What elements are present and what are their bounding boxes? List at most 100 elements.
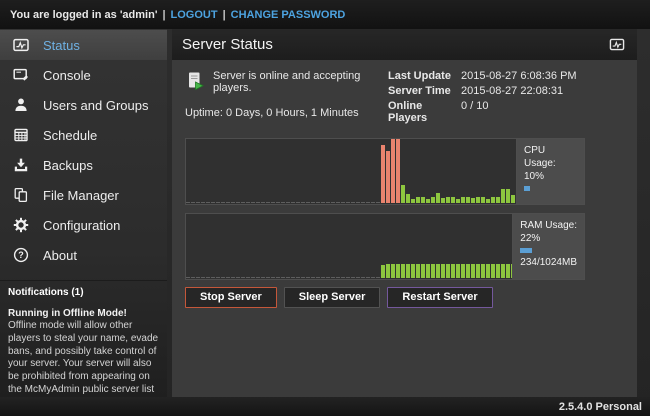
chart-bar bbox=[391, 139, 395, 203]
sidebar-item-file-manager[interactable]: File Manager bbox=[0, 180, 167, 210]
chart-bar bbox=[466, 264, 470, 278]
chart-bar bbox=[261, 277, 265, 278]
notification-title: Running in Offline Mode! bbox=[8, 308, 159, 319]
sidebar-item-schedule[interactable]: Schedule bbox=[0, 120, 167, 150]
chart-bar bbox=[426, 199, 430, 203]
chart-bar bbox=[271, 277, 275, 278]
chart-bar bbox=[306, 202, 310, 203]
chart-bar bbox=[256, 277, 260, 278]
sidebar-item-console[interactable]: Console bbox=[0, 60, 167, 90]
chart-bar bbox=[426, 264, 430, 278]
console-icon bbox=[13, 67, 29, 83]
chart-bar bbox=[461, 197, 465, 203]
chart-bar bbox=[506, 189, 510, 203]
chart-bar bbox=[406, 194, 410, 203]
sidebar-item-label: Backups bbox=[43, 158, 93, 173]
about-icon bbox=[13, 247, 29, 263]
sidebar-item-status[interactable]: Status bbox=[0, 30, 167, 60]
chart-bar bbox=[236, 277, 240, 278]
chart-bar bbox=[496, 197, 500, 203]
chart-bar bbox=[511, 195, 515, 203]
main-panel: Server Status Server is online and accep… bbox=[172, 29, 637, 397]
chart-bar bbox=[246, 202, 250, 203]
chart-bar bbox=[386, 264, 390, 278]
chart-bar bbox=[431, 197, 435, 203]
chart-bar bbox=[241, 202, 245, 203]
server-info: Server is online and accepting players. … bbox=[185, 70, 624, 127]
chart-bar bbox=[496, 264, 500, 278]
chart-bar bbox=[506, 264, 510, 278]
chart-bar bbox=[201, 277, 205, 278]
logout-link[interactable]: LOGOUT bbox=[171, 9, 218, 21]
chart-bar bbox=[261, 202, 265, 203]
chart-bar bbox=[226, 277, 230, 278]
stop-server-button[interactable]: Stop Server bbox=[185, 287, 277, 308]
logged-in-text: You are logged in as 'admin' bbox=[10, 9, 157, 21]
chart-bar bbox=[476, 197, 480, 203]
sidebar-item-configuration[interactable]: Configuration bbox=[0, 210, 167, 240]
chart-bar bbox=[191, 277, 195, 278]
legend-swatch bbox=[520, 248, 532, 253]
cpu-usage-chart: CPU Usage: 10% bbox=[185, 138, 585, 205]
sidebar-item-users-and-groups[interactable]: Users and Groups bbox=[0, 90, 167, 120]
chart-bar bbox=[361, 277, 365, 278]
chart-bar bbox=[266, 202, 270, 203]
chart-bar bbox=[326, 202, 330, 203]
status-icon bbox=[13, 37, 29, 53]
chart-bar bbox=[186, 277, 190, 278]
chart-bar bbox=[291, 277, 295, 278]
chart-bar bbox=[401, 185, 405, 203]
footer: 2.5.4.0 Personal bbox=[0, 397, 650, 416]
chart-bar bbox=[281, 202, 285, 203]
change-password-link[interactable]: CHANGE PASSWORD bbox=[231, 9, 346, 21]
sidebar: Status Console Users and Groups Schedule… bbox=[0, 29, 167, 397]
chart-bar bbox=[301, 202, 305, 203]
chart-bar bbox=[316, 202, 320, 203]
chart-bar bbox=[371, 277, 375, 278]
chart-bar bbox=[216, 202, 220, 203]
chart-bar bbox=[296, 277, 300, 278]
chart-bar bbox=[491, 264, 495, 278]
chart-bar bbox=[456, 199, 460, 203]
chart-bar bbox=[241, 277, 245, 278]
chart-bar bbox=[371, 202, 375, 203]
separator: | bbox=[157, 9, 170, 21]
chart-icon bbox=[607, 37, 627, 52]
info-label: Server Time bbox=[388, 85, 461, 97]
chart-bar bbox=[451, 264, 455, 278]
chart-bar bbox=[486, 199, 490, 203]
chart-bar bbox=[221, 202, 225, 203]
chart-bar bbox=[421, 264, 425, 278]
configuration-icon bbox=[13, 217, 29, 233]
chart-bar bbox=[461, 264, 465, 278]
sidebar-item-about[interactable]: About bbox=[0, 240, 167, 270]
chart-legend: RAM Usage: 22% 234/1024MB bbox=[513, 214, 584, 279]
chart-bar bbox=[326, 277, 330, 278]
chart-bar bbox=[346, 277, 350, 278]
chart-bar bbox=[211, 277, 215, 278]
sleep-server-button[interactable]: Sleep Server bbox=[284, 287, 381, 308]
chart-plot bbox=[186, 214, 513, 279]
info-label: Last Update bbox=[388, 70, 461, 82]
chart-bar bbox=[401, 264, 405, 278]
chart-bar bbox=[361, 202, 365, 203]
charts: CPU Usage: 10% RAM Usage: 22% 234/1024MB bbox=[185, 138, 624, 280]
chart-bar bbox=[391, 264, 395, 278]
chart-bar bbox=[231, 202, 235, 203]
chart-bar bbox=[321, 277, 325, 278]
chart-bar bbox=[501, 189, 505, 203]
chart-bar bbox=[286, 202, 290, 203]
chart-bar bbox=[471, 198, 475, 203]
restart-server-button[interactable]: Restart Server bbox=[387, 287, 492, 308]
info-value: 2015-08-27 22:08:31 bbox=[461, 85, 563, 97]
info-row-last-update: Last Update 2015-08-27 6:08:36 PM bbox=[388, 70, 577, 82]
sidebar-item-label: About bbox=[43, 248, 77, 263]
chart-bar bbox=[381, 265, 385, 278]
legend-extra: 234/1024MB bbox=[520, 256, 577, 269]
chart-bar bbox=[186, 202, 190, 203]
users-icon bbox=[13, 97, 29, 113]
chart-bar bbox=[421, 197, 425, 203]
chart-bar bbox=[206, 202, 210, 203]
sidebar-item-backups[interactable]: Backups bbox=[0, 150, 167, 180]
chart-bar bbox=[436, 193, 440, 203]
